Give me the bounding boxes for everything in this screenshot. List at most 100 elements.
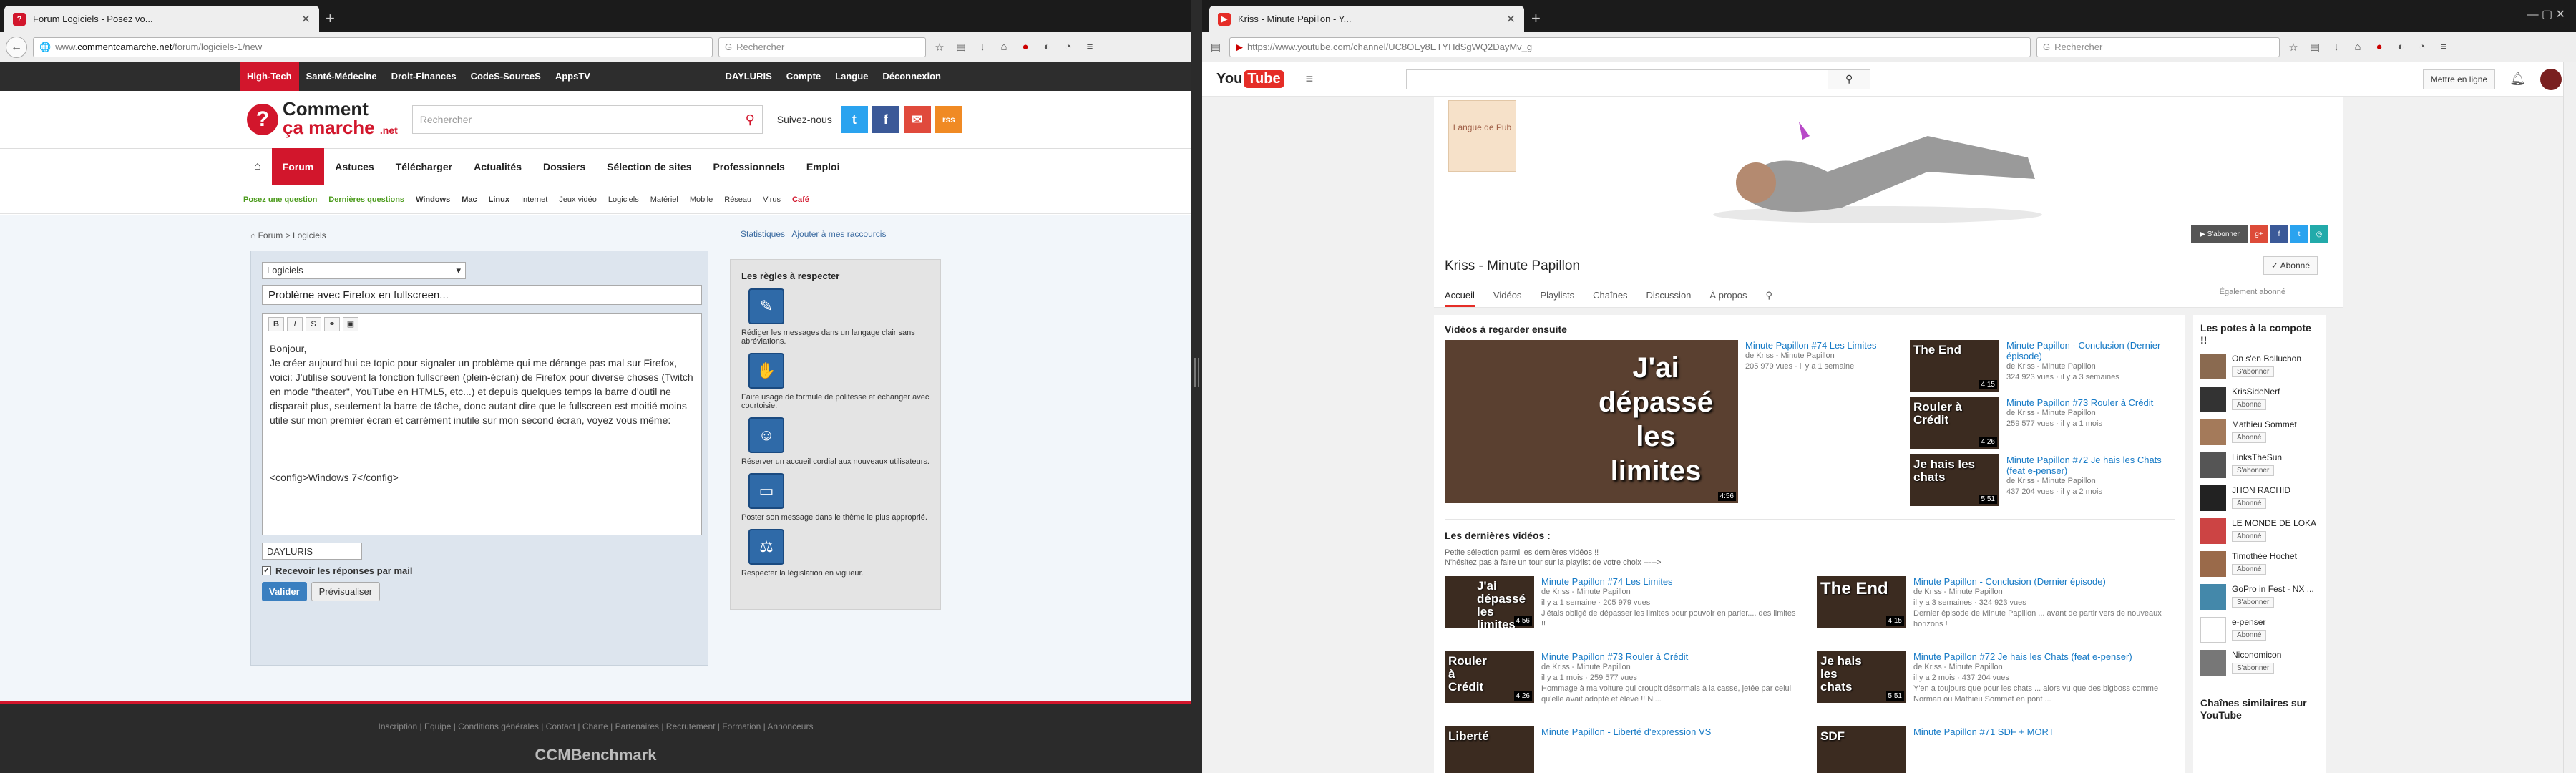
window-splitter[interactable] xyxy=(1191,0,1202,773)
video-thumbnail[interactable]: Je hais les chats 5:51 xyxy=(1910,454,1999,506)
subscribe-button[interactable]: S'abonner xyxy=(2232,663,2275,674)
scrollbar[interactable] xyxy=(2563,62,2576,773)
menu-icon[interactable]: ≡ xyxy=(1082,41,1098,53)
italic-icon[interactable]: I xyxy=(287,316,303,331)
channel-avatar[interactable] xyxy=(2200,354,2226,379)
submit-button[interactable]: Valider xyxy=(262,582,307,601)
tab-apropos[interactable]: À propos xyxy=(1709,290,1747,307)
tab-playlists[interactable]: Playlists xyxy=(1540,290,1574,307)
youtube-logo[interactable]: You Tube xyxy=(1216,70,1284,88)
channel-avatar[interactable] xyxy=(2200,485,2226,511)
submenu-windows[interactable]: Windows xyxy=(416,195,450,204)
subscribe-button[interactable]: Abonné xyxy=(2232,564,2267,575)
new-tab-icon[interactable]: + xyxy=(1531,9,1541,28)
subscribe-button[interactable]: S'abonner xyxy=(2232,597,2275,608)
username-link[interactable]: DAYLURIS xyxy=(718,62,779,91)
menu-selection[interactable]: Sélection de sites xyxy=(596,148,702,185)
subscribed-button[interactable]: ✓ Abonné xyxy=(2263,256,2318,275)
bell-icon[interactable]: 🔔︎ xyxy=(2509,72,2526,87)
menu-icon[interactable]: ≡ xyxy=(2436,41,2451,53)
adblock-icon[interactable]: ● xyxy=(2371,41,2387,53)
channel-avatar[interactable] xyxy=(2200,617,2226,643)
menu-forum[interactable]: Forum xyxy=(271,148,325,185)
video-thumbnail[interactable]: J'ai dépassé les limites 4:56 xyxy=(1445,576,1534,628)
menu-astuces[interactable]: Astuces xyxy=(324,148,384,185)
star-icon[interactable]: ☆ xyxy=(2285,41,2301,54)
home-icon[interactable]: ⌂ xyxy=(2350,41,2366,53)
footer-links[interactable]: Inscription | Equipe | Conditions généra… xyxy=(0,721,1191,731)
checkbox[interactable]: ✓ xyxy=(262,566,271,575)
menu-telecharger[interactable]: Télécharger xyxy=(385,148,463,185)
download-icon[interactable]: ↓ xyxy=(975,41,990,53)
langue-link[interactable]: Langue xyxy=(828,62,875,91)
chat-icon[interactable]: ◐ xyxy=(1039,41,1055,53)
submenu-mobile[interactable]: Mobile xyxy=(690,195,713,204)
tab-youtube[interactable]: ▶ Kriss - Minute Papillon - Y... ✕ xyxy=(1209,6,1524,32)
home-icon[interactable]: ⌂ xyxy=(250,230,255,240)
link-icon[interactable]: ⚭ xyxy=(324,316,340,331)
mail-icon[interactable]: ✉ xyxy=(903,106,931,133)
submenu-latest[interactable]: Dernières questions xyxy=(328,195,404,204)
channel-avatar[interactable]: Langue de Pub xyxy=(1448,100,1516,172)
menu-pro[interactable]: Professionnels xyxy=(702,148,795,185)
tab-videos[interactable]: Vidéos xyxy=(1493,290,1522,307)
menu-emploi[interactable]: Emploi xyxy=(796,148,851,185)
bold-icon[interactable]: B xyxy=(268,316,284,331)
tab-ccm[interactable]: ? Forum Logiciels - Posez vo... ✕ xyxy=(4,6,319,32)
topnav-appstv[interactable]: AppsTV xyxy=(548,62,597,91)
twitter-icon[interactable]: t xyxy=(2290,225,2308,243)
avatar[interactable] xyxy=(2540,68,2562,90)
video-thumbnail[interactable]: Rouler à Crédit 4:26 xyxy=(1910,397,1999,449)
close-tab-icon[interactable]: ✕ xyxy=(1506,12,1516,26)
subscribe-button[interactable]: Abonné xyxy=(2232,432,2267,443)
submenu-logiciels[interactable]: Logiciels xyxy=(608,195,639,204)
home-icon[interactable]: ⌂ xyxy=(996,41,1012,53)
channel-avatar[interactable] xyxy=(2200,452,2226,478)
star-icon[interactable]: ☆ xyxy=(932,41,947,54)
new-tab-icon[interactable]: + xyxy=(326,9,335,28)
channel-avatar[interactable] xyxy=(2200,584,2226,610)
subscribe-button[interactable]: Abonné xyxy=(2232,399,2267,410)
clipboard-icon[interactable]: ▤ xyxy=(953,41,969,54)
submenu-ask[interactable]: Posez une question xyxy=(243,195,317,204)
facebook-icon[interactable]: f xyxy=(2270,225,2288,243)
image-icon[interactable]: ▣ xyxy=(343,316,358,331)
pocket-icon[interactable]: ◔ xyxy=(2414,41,2430,53)
splitter-handle-icon[interactable] xyxy=(1194,358,1199,386)
preview-button[interactable]: Prévisualiser xyxy=(311,582,381,601)
twitter-icon[interactable]: t xyxy=(840,106,868,133)
search-icon[interactable]: ⚲ xyxy=(1765,290,1772,307)
search-icon[interactable]: ⚲ xyxy=(746,112,755,127)
subscribe-button[interactable]: S'abonner xyxy=(2232,465,2275,476)
video-thumbnail[interactable]: SDF xyxy=(1817,726,1906,773)
clipboard-icon[interactable]: ▤ xyxy=(2307,41,2323,54)
home-icon[interactable]: ⌂ xyxy=(243,148,272,185)
reader-icon[interactable]: ▤ xyxy=(1208,41,1224,54)
strike-icon[interactable]: S xyxy=(306,316,321,331)
video-thumbnail[interactable]: Je hais les chats 5:51 xyxy=(1817,651,1906,703)
tab-discussion[interactable]: Discussion xyxy=(1646,290,1692,307)
site-search-input[interactable]: Rechercher ⚲ xyxy=(411,105,763,134)
guide-menu-icon[interactable]: ≡ xyxy=(1306,72,1314,87)
rss-icon[interactable]: rss xyxy=(935,106,962,133)
submenu-jeux[interactable]: Jeux vidéo xyxy=(559,195,597,204)
download-icon[interactable]: ↓ xyxy=(2328,41,2344,53)
video-thumbnail[interactable]: Rouler à Crédit 4:26 xyxy=(1445,651,1534,703)
youtube-search-input[interactable] xyxy=(1406,69,1829,89)
featured-video-thumbnail[interactable]: J'ai dépassé les limites 4:56 xyxy=(1445,340,1738,503)
menu-dossiers[interactable]: Dossiers xyxy=(532,148,596,185)
site-icon[interactable]: ◎ xyxy=(2310,225,2328,243)
compte-link[interactable]: Compte xyxy=(779,62,828,91)
topnav-sante[interactable]: Santé-Médecine xyxy=(299,62,384,91)
upload-button[interactable]: Mettre en ligne xyxy=(2422,69,2496,89)
browser-search-box[interactable]: G Rechercher xyxy=(2036,37,2280,57)
submenu-virus[interactable]: Virus xyxy=(763,195,781,204)
ccm-logo[interactable]: ? Comment ça marche .net xyxy=(247,99,398,140)
close-tab-icon[interactable]: ✕ xyxy=(301,12,311,26)
channel-avatar[interactable] xyxy=(2200,518,2226,544)
topnav-codes[interactable]: CodeS-SourceS xyxy=(464,62,548,91)
channel-avatar[interactable] xyxy=(2200,551,2226,577)
pocket-icon[interactable]: ◔ xyxy=(1060,41,1076,53)
video-thumbnail[interactable]: Liberté xyxy=(1445,726,1534,773)
submenu-mac[interactable]: Mac xyxy=(462,195,477,204)
